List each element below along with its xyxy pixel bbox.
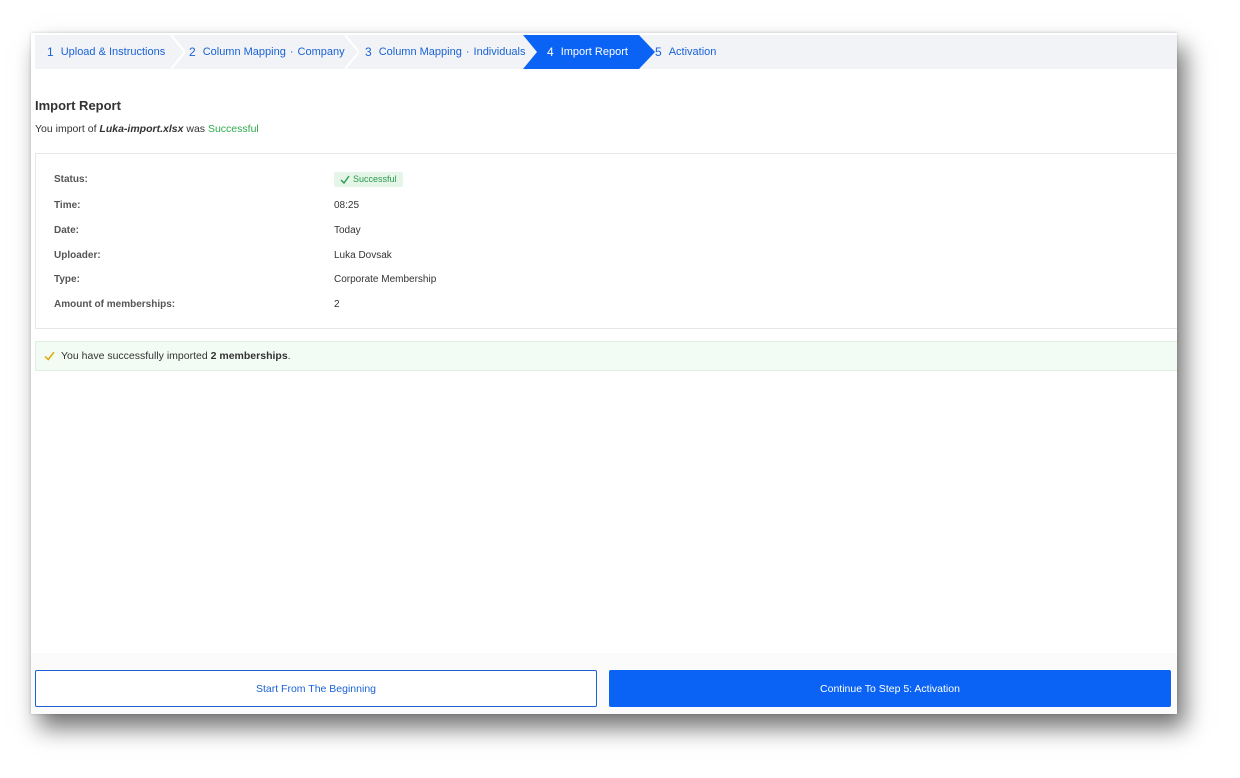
step-label-separator: ·: [289, 46, 294, 58]
wizard-stepper: 1 Upload & Instructions 2 Column Mapping…: [35, 35, 1177, 69]
detail-row-uploader: Uploader: Luka Dovsak: [54, 247, 392, 263]
detail-value: Luka Dovsak: [334, 249, 392, 261]
step-number: 3: [365, 45, 372, 59]
detail-label: Status:: [54, 173, 88, 185]
step-separator-chevron: [345, 35, 359, 69]
step-label-sub: Company: [297, 46, 345, 58]
step-label: Column Mapping: [378, 46, 462, 58]
detail-label: Amount of memberships:: [54, 298, 176, 310]
detail-value: 2: [334, 298, 340, 310]
detail-label: Uploader:: [54, 249, 101, 261]
import-summary-text: You import of Luka-import.xlsx was Succe…: [35, 123, 259, 135]
check-icon: [44, 351, 55, 361]
detail-row-type: Type: Corporate Membership: [54, 271, 436, 287]
alert-suffix: .: [287, 350, 291, 362]
step-number: 5: [655, 45, 662, 59]
step-label: Activation: [668, 46, 717, 58]
step-column-mapping-individuals[interactable]: 3 Column Mapping · Individuals: [365, 35, 526, 69]
import-wizard-window: 1 Upload & Instructions 2 Column Mapping…: [31, 33, 1177, 714]
detail-value: 08:25: [334, 199, 360, 211]
detail-row-status: Status: Successful: [54, 171, 403, 187]
success-alert: You have successfully imported 2 members…: [35, 341, 1177, 371]
step-number: 1: [47, 45, 54, 59]
summary-prefix: You import of: [35, 123, 97, 135]
detail-row-date: Date: Today: [54, 222, 361, 238]
alert-prefix: You have successfully imported: [61, 350, 208, 362]
detail-label: Date:: [54, 224, 80, 236]
status-badge-text: Successful: [353, 174, 397, 184]
step-label: Upload & Instructions: [60, 46, 166, 58]
step-import-report[interactable]: 4 Import Report: [547, 35, 628, 69]
detail-label: Type:: [54, 273, 80, 285]
detail-value: Corporate Membership: [334, 273, 437, 285]
detail-row-time: Time: 08:25: [54, 197, 359, 213]
start-from-beginning-button[interactable]: Start From The Beginning: [35, 670, 597, 707]
step-activation[interactable]: 5 Activation: [655, 35, 716, 69]
detail-label: Time:: [54, 199, 81, 211]
step-column-mapping-company[interactable]: 2 Column Mapping · Company: [189, 35, 345, 69]
step-label: Import Report: [560, 46, 628, 58]
continue-to-activation-button[interactable]: Continue To Step 5: Activation: [609, 670, 1171, 707]
import-details-panel: Status: Successful Time: 08:25 Date: Tod…: [35, 153, 1177, 329]
step-separator-chevron: [171, 35, 185, 69]
file-name: Luka-import.xlsx: [99, 123, 184, 135]
step-number: 4: [547, 45, 554, 59]
step-number: 2: [189, 45, 196, 59]
detail-row-amount: Amount of memberships: 2: [54, 296, 340, 312]
summary-status: Successful: [207, 123, 259, 135]
step-label-sub: Individuals: [473, 46, 526, 58]
step-label: Column Mapping: [202, 46, 286, 58]
step-upload-instructions[interactable]: 1 Upload & Instructions: [47, 35, 165, 69]
check-icon: [340, 175, 350, 184]
footer-actions: Start From The Beginning Continue To Ste…: [31, 653, 1177, 714]
status-badge: Successful: [334, 171, 403, 187]
page-title: Import Report: [35, 98, 121, 113]
detail-value: Today: [334, 224, 361, 236]
summary-mid: was: [186, 123, 206, 135]
step-label-separator: ·: [465, 46, 470, 58]
alert-count: 2 memberships: [210, 350, 288, 362]
